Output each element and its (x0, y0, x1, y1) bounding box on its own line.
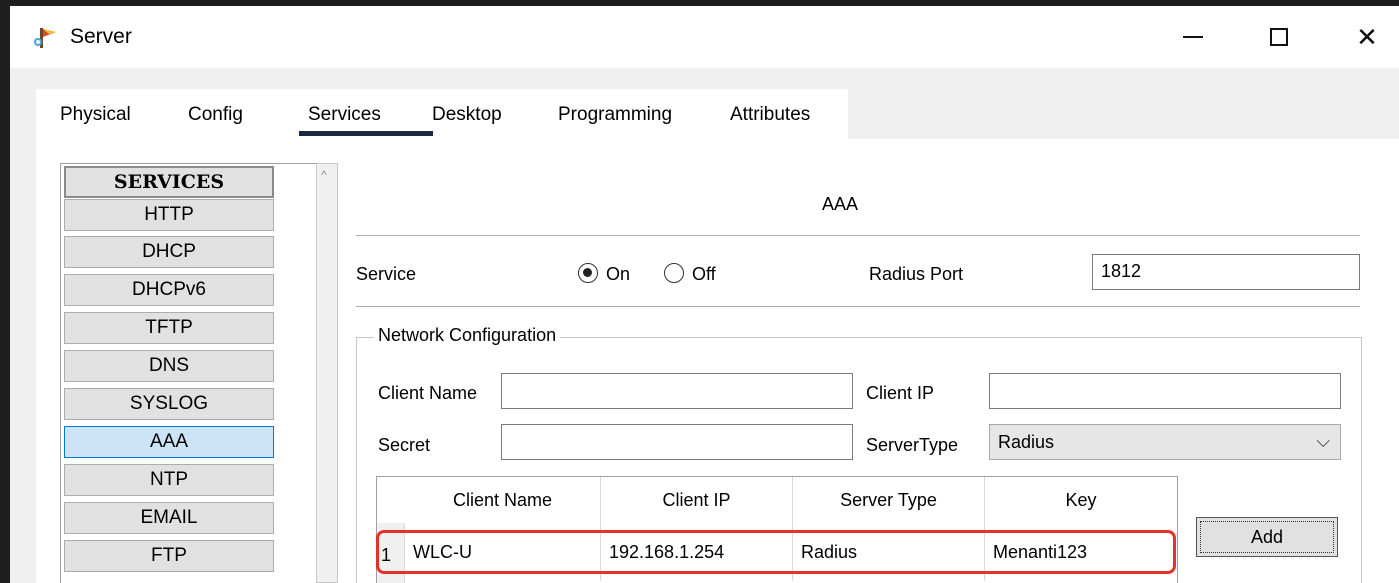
service-item-ntp[interactable]: NTP (64, 464, 274, 496)
scroll-up-icon[interactable]: ^ (321, 168, 327, 182)
radius-port-label: Radius Port (869, 264, 964, 284)
tab-physical[interactable]: Physical (60, 104, 131, 126)
services-scrollbar[interactable]: ^ (316, 163, 338, 583)
maximize-button[interactable] (1256, 14, 1302, 60)
service-item-aaa[interactable]: AAA (64, 426, 274, 458)
client-ip-label: Client IP (866, 383, 935, 403)
radius-port-input[interactable]: 1812 (1092, 254, 1360, 290)
minimize-icon (1183, 36, 1203, 38)
services-list: SERVICES HTTP DHCP DHCPv6 TFTP DNS SYSLO… (60, 163, 318, 583)
service-item-syslog[interactable]: SYSLOG (64, 388, 274, 420)
server-type-label: ServerType (866, 435, 959, 455)
service-item-http[interactable]: HTTP (64, 199, 274, 231)
tab-desktop[interactable]: Desktop (432, 104, 502, 126)
divider (356, 235, 1360, 236)
server-window: Server ✕ Physical Config Services Deskto… (10, 6, 1399, 583)
window-title: Server (70, 25, 132, 48)
row-highlight-annotation (376, 530, 1176, 574)
service-item-dhcpv6[interactable]: DHCPv6 (64, 274, 274, 306)
tab-services[interactable]: Services (308, 104, 381, 126)
tab-config[interactable]: Config (188, 104, 243, 126)
client-name-input[interactable] (501, 373, 853, 409)
client-name-label: Client Name (378, 383, 478, 403)
tab-programming[interactable]: Programming (558, 104, 672, 126)
client-ip-input[interactable] (989, 373, 1341, 409)
aaa-title: AAA (822, 194, 859, 214)
service-off-label[interactable]: Off (692, 264, 716, 285)
maximize-icon (1270, 28, 1288, 46)
service-off-radio[interactable] (664, 263, 684, 283)
service-item-tftp[interactable]: TFTP (64, 312, 274, 344)
column-header-client-ip[interactable]: Client IP (601, 477, 793, 523)
minimize-button[interactable] (1170, 14, 1216, 60)
active-tab-indicator (299, 131, 433, 136)
tab-attributes[interactable]: Attributes (730, 104, 810, 126)
secret-input[interactable] (501, 424, 853, 460)
server-type-value: Radius (998, 432, 1055, 452)
service-item-email[interactable]: EMAIL (64, 502, 274, 534)
service-item-dhcp[interactable]: DHCP (64, 236, 274, 268)
service-on-label[interactable]: On (606, 264, 630, 285)
services-panel: SERVICES HTTP DHCP DHCPv6 TFTP DNS SYSLO… (36, 139, 1399, 583)
service-item-ftp[interactable]: FTP (64, 540, 274, 572)
packet-tracer-server-icon (34, 28, 56, 48)
secret-label: Secret (378, 435, 431, 455)
column-header-server-type[interactable]: Server Type (793, 477, 985, 523)
chevron-down-icon: ⌵ (1316, 431, 1330, 451)
add-button[interactable]: Add (1196, 517, 1338, 557)
column-header-key[interactable]: Key (985, 477, 1177, 523)
server-type-select[interactable]: Radius ⌵ (989, 424, 1341, 460)
network-config-legend: Network Configuration (374, 325, 561, 346)
divider (356, 306, 1360, 307)
tab-bar: Physical Config Services Desktop Program… (36, 89, 848, 139)
close-button[interactable]: ✕ (1344, 14, 1390, 60)
title-bar[interactable]: Server ✕ (10, 6, 1399, 68)
service-label: Service (356, 264, 417, 284)
service-item-dns[interactable]: DNS (64, 350, 274, 382)
close-icon: ✕ (1356, 21, 1378, 52)
services-header: SERVICES (64, 166, 274, 198)
service-on-radio[interactable] (578, 263, 598, 283)
column-header-client-name[interactable]: Client Name (405, 477, 601, 523)
